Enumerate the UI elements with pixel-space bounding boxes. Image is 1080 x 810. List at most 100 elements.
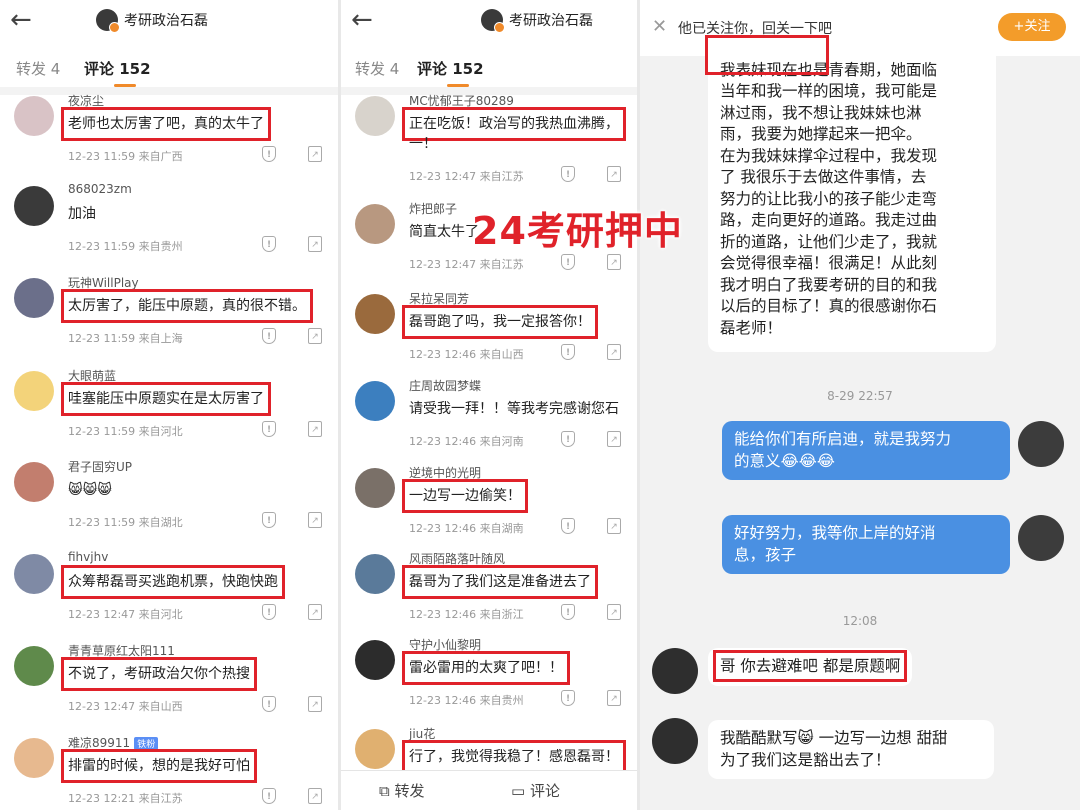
follow-button[interactable]: +关注 [998,13,1066,41]
avatar[interactable] [355,381,395,421]
report-icon[interactable]: ! [262,512,276,528]
tab-comments[interactable]: 评论 152 [84,58,151,79]
username[interactable]: 君子固穷UP [68,458,132,475]
comment-text: 行了，我觉得我稳了！感恩磊哥！ [402,740,626,774]
username[interactable]: 风雨陌路落叶随风 [409,550,505,567]
back-arrow-icon[interactable]: ← [351,6,373,34]
share-icon[interactable]: ↗ [607,518,621,534]
share-icon[interactable]: ↗ [607,166,621,182]
tab-comments[interactable]: 评论 152 [417,58,484,79]
comment-button[interactable]: ▭ 评论 [511,780,560,801]
message-line: 折的道路，让他们少走了，我就 [720,232,938,251]
report-icon[interactable]: ! [561,431,575,447]
avatar[interactable] [14,371,54,411]
message-text: 我酷酷默写😸 一边写一边想 甜甜 为了我们这是豁出去了！ [720,728,982,771]
share-icon[interactable]: ↗ [308,512,322,528]
report-icon[interactable]: ! [561,344,575,360]
comment-text: 加油 [68,206,96,222]
avatar [652,718,698,764]
report-icon[interactable]: ! [561,690,575,706]
username[interactable]: 难凉89911 铁粉 [68,734,159,751]
username[interactable]: 呆拉呆同芳 [409,290,469,307]
avatar [1018,421,1064,467]
share-icon[interactable]: ↗ [308,328,322,344]
username[interactable]: 炸把郎子 [409,200,457,217]
username[interactable]: 逆境中的光明 [409,464,481,481]
share-icon[interactable]: ↗ [308,788,322,804]
comment-item[interactable]: 玩神WillPlay 太厉害了，能压中原题，真的很不错。 12-23 11:59 来… [0,274,338,364]
close-icon[interactable]: ✕ [652,16,667,37]
report-icon[interactable]: ! [262,788,276,804]
avatar[interactable] [355,96,395,136]
comment-item[interactable]: 逆境中的光明 一边写一边偷笑！ 12-23 12:46 来自湖南! ↗ [341,464,637,554]
username[interactable]: 868023zm [68,182,132,196]
share-icon[interactable]: ↗ [308,421,322,437]
username[interactable]: 庄周故园梦蝶 [409,377,481,394]
avatar[interactable] [355,204,395,244]
avatar[interactable] [355,640,395,680]
share-icon[interactable]: ↗ [607,690,621,706]
comment-item[interactable]: 868023zm 加油 12-23 11:59 来自贵州! ↗ [0,182,338,272]
comment-item[interactable]: 夜凉尘 老师也太厉害了吧，真的太牛了 12-23 11:59 来自广西! ↗ [0,92,338,182]
avatar[interactable] [355,554,395,594]
avatar[interactable] [14,96,54,136]
message-line: 的意义😂😂😂 [734,451,835,470]
comment-item[interactable]: 守护小仙黎明 雷必雷用的太爽了吧！！ 12-23 12:46 来自贵州! ↗ [341,636,637,726]
back-arrow-icon[interactable]: ← [10,6,32,34]
comment-item[interactable]: 庄周故园梦蝶 请受我一拜！！等我考完感谢您石 12-23 12:46 来自河南! ↗ [341,377,637,467]
comment-item[interactable]: 青青草原红太阳111 不说了，考研政治欠你个热搜 12-23 12:47 来自山西!… [0,642,338,732]
username[interactable]: jiu花 [409,725,435,742]
report-icon[interactable]: ! [561,518,575,534]
username[interactable]: 夜凉尘 [68,92,104,109]
comment-item[interactable]: 难凉89911 铁粉 排雷的时候，想的是我好可怕 12-23 12:21 来自江苏! ↗ [0,734,338,810]
tab-repost[interactable]: 转发 4 [16,58,60,79]
avatar[interactable] [355,294,395,334]
avatar[interactable] [14,738,54,778]
comment-item[interactable]: 呆拉呆同芳 磊哥跑了吗，我一定报答你！ 12-23 12:46 来自山西! ↗ [341,290,637,380]
share-icon[interactable]: ↗ [308,696,322,712]
share-icon[interactable]: ↗ [607,254,621,270]
share-icon[interactable]: ↗ [308,146,322,162]
username[interactable]: MC忧郁王子80289 [409,92,514,109]
share-icon[interactable]: ↗ [308,236,322,252]
report-icon[interactable]: ! [262,146,276,162]
username[interactable]: 大眼萌蓝 [68,367,116,384]
message-text: 能给你们有所启迪，就是我努力 的意义😂😂😂 [734,429,998,472]
share-icon[interactable]: ↗ [308,604,322,620]
message-line: 我才明白了我要考研的目的和我 [720,275,938,294]
share-icon[interactable]: ↗ [607,431,621,447]
avatar[interactable] [355,468,395,508]
report-icon[interactable]: ! [262,696,276,712]
top-bar: ← 考研政治石磊 [0,0,338,42]
tab-repost[interactable]: 转发 4 [355,58,399,79]
avatar[interactable] [14,554,54,594]
message-line: 在为我妹妹撑伞过程中，我发现 [720,146,938,165]
report-icon[interactable]: ! [561,166,575,182]
avatar[interactable] [14,462,54,502]
share-icon[interactable]: ↗ [607,344,621,360]
comment-item[interactable]: 大眼萌蓝 哇塞能压中原题实在是太厉害了 12-23 11:59 来自河北! ↗ [0,367,338,457]
username[interactable]: 青青草原红太阳111 [68,642,175,659]
comment-icon: ▭ [511,782,526,800]
avatar[interactable] [14,646,54,686]
report-icon[interactable]: ! [262,604,276,620]
avatar[interactable] [14,278,54,318]
comment-item[interactable]: MC忧郁王子80289 正在吃饭！政治写的我热血沸腾， 一！ 12-23 12:47 … [341,92,637,183]
username[interactable]: 玩神WillPlay [68,274,139,291]
report-icon[interactable]: ! [561,604,575,620]
comment-text: 正在吃饭！政治写的我热血沸腾， 一！ [402,107,626,152]
comment-item[interactable]: 风雨陌路落叶随风 磊哥为了我们这是准备进去了 12-23 12:46 来自浙江! ↗ [341,550,637,640]
avatar[interactable] [355,729,395,769]
comment-item[interactable]: 君子固穷UP 😸😸😸 12-23 11:59 来自湖北! ↗ [0,458,338,548]
report-icon[interactable]: ! [262,328,276,344]
avatar[interactable] [14,186,54,226]
username[interactable]: 守护小仙黎明 [409,636,481,653]
repost-button[interactable]: ⧉ 转发 [379,780,425,801]
comment-item[interactable]: fihvjhv 众筹帮磊哥买逃跑机票，快跑快跑 12-23 12:47 来自河北! ↗ [0,550,338,640]
report-icon[interactable]: ! [561,254,575,270]
username[interactable]: fihvjhv [68,550,108,564]
share-icon[interactable]: ↗ [607,604,621,620]
comment-meta: 12-23 12:46 来自河南 [409,435,524,448]
report-icon[interactable]: ! [262,236,276,252]
report-icon[interactable]: ! [262,421,276,437]
